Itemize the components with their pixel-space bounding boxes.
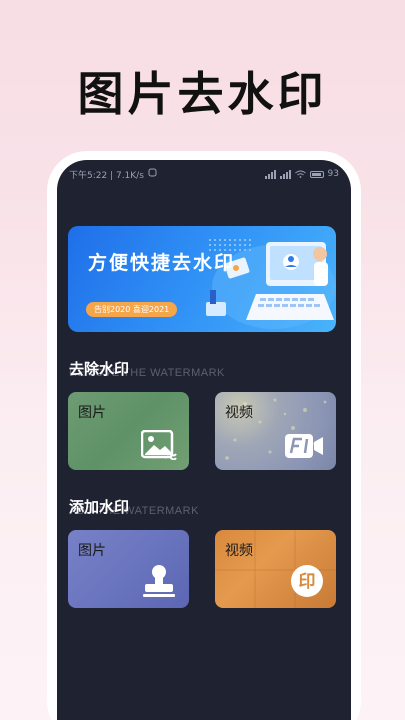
- add-section-title: 添加水印: [69, 498, 130, 516]
- stamp-icon: [143, 565, 175, 597]
- add-watermark-image-tile[interactable]: 图片: [68, 530, 189, 608]
- signal-icon-2: [279, 169, 291, 179]
- tile-label: 图片: [78, 543, 106, 559]
- remove-watermark-video-tile[interactable]: 视频: [215, 392, 336, 470]
- add-watermark-video-tile[interactable]: 视频 印: [215, 530, 336, 608]
- promo-banner[interactable]: 方便快捷去水印 告别2020 喜迎2021: [68, 226, 336, 332]
- tile-label: 视频: [225, 543, 253, 559]
- remove-watermark-image-tile[interactable]: 图片: [68, 392, 189, 470]
- battery-icon: [309, 170, 324, 178]
- remove-section-title: 去除水印: [69, 360, 130, 378]
- seal-glyph: 印: [299, 572, 316, 592]
- tile-label: 视频: [225, 405, 253, 421]
- status-time-speed: 下午5:22 | 7.1K/s: [69, 170, 144, 181]
- banner-title: 方便快捷去水印: [88, 252, 236, 274]
- computer-illustration: [206, 242, 336, 329]
- video-icon: [285, 434, 323, 458]
- notification-icon: [148, 168, 157, 180]
- wifi-icon: [294, 170, 306, 178]
- battery-level: 93: [327, 169, 339, 179]
- app-screen: 下午5:22 | 7.1K/s 93 方便快捷去水印 告别2020 喜迎2021…: [57, 160, 351, 720]
- banner-tag: 告别2020 喜迎2021: [86, 302, 178, 317]
- image-icon: [141, 430, 177, 460]
- status-bar: 下午5:22 | 7.1K/s 93: [57, 160, 351, 188]
- seal-icon: 印: [291, 565, 323, 597]
- promo-headline: 图片去水印: [77, 67, 328, 121]
- signal-icon: [264, 169, 276, 179]
- tile-label: 图片: [78, 405, 106, 421]
